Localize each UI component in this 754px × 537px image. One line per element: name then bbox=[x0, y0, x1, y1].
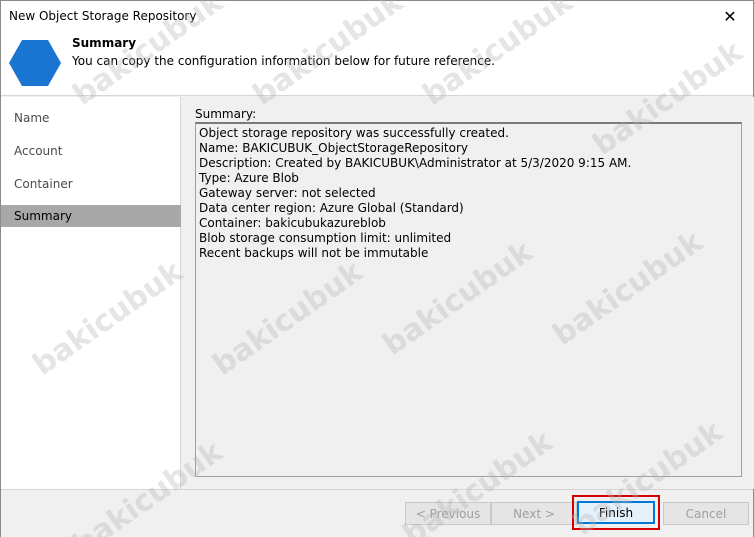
summary-line: Name: BAKICUBUK_ObjectStorageRepository bbox=[199, 141, 468, 155]
step-description: You can copy the configuration informati… bbox=[72, 54, 496, 68]
summary-line: Container: bakicubukazureblob bbox=[199, 216, 386, 230]
hexagon-icon bbox=[9, 40, 61, 86]
sidebar-item-account[interactable]: Account bbox=[1, 140, 181, 162]
wizard-footer: < Previous Next > Finish Cancel bbox=[1, 489, 753, 537]
summary-line: Object storage repository was successful… bbox=[199, 126, 509, 140]
close-icon[interactable]: ✕ bbox=[707, 1, 753, 32]
summary-line: Description: Created by BAKICUBUK\Admini… bbox=[199, 156, 632, 170]
summary-line: Gateway server: not selected bbox=[199, 186, 376, 200]
wizard-header: Summary You can copy the configuration i… bbox=[1, 32, 753, 96]
summary-line: Recent backups will not be immutable bbox=[199, 246, 429, 260]
cancel-button[interactable]: Cancel bbox=[663, 502, 749, 525]
next-button[interactable]: Next > bbox=[491, 502, 577, 525]
summary-label: Summary: bbox=[195, 107, 257, 121]
sidebar-item-name[interactable]: Name bbox=[1, 107, 181, 129]
step-title: Summary bbox=[72, 36, 137, 50]
previous-button[interactable]: < Previous bbox=[405, 502, 491, 525]
dialog-window: New Object Storage Repository ✕ Summary … bbox=[0, 0, 754, 537]
finish-button[interactable]: Finish bbox=[577, 501, 655, 524]
summary-textbox[interactable]: Object storage repository was successful… bbox=[195, 122, 742, 477]
window-title: New Object Storage Repository bbox=[9, 9, 197, 23]
sidebar-item-container[interactable]: Container bbox=[1, 173, 181, 195]
main-panel: Summary: Object storage repository was s… bbox=[182, 97, 754, 489]
summary-line: Type: Azure Blob bbox=[199, 171, 299, 185]
wizard-steps-sidebar: Name Account Container Summary bbox=[1, 97, 181, 489]
sidebar-item-summary[interactable]: Summary bbox=[1, 205, 181, 227]
summary-line: Data center region: Azure Global (Standa… bbox=[199, 201, 464, 215]
summary-line: Blob storage consumption limit: unlimite… bbox=[199, 231, 452, 245]
title-bar[interactable]: New Object Storage Repository ✕ bbox=[1, 1, 753, 32]
